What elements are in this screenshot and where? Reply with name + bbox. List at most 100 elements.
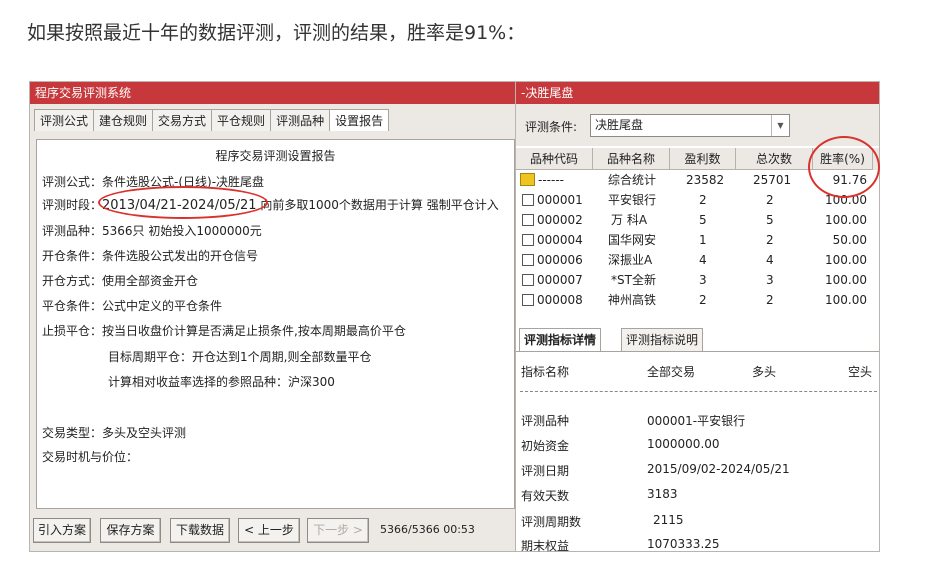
tab-formula[interactable]: 评测公式 [34,109,94,131]
setup-tabs: 评测公式 建仓规则 交易方式 平仓规则 评测品种 设置报告 [34,109,390,131]
tab-varieties[interactable]: 评测品种 [270,109,330,131]
table-row[interactable]: 000008 神州高铁 2 2 100.00 [516,291,879,311]
report-close-condition: 平仓条件：公式中定义的平仓条件 [42,299,223,313]
save-plan-button[interactable]: 保存方案 [100,518,161,543]
detail-name: 期末权益 [521,539,570,553]
row-rate: 100.00 [825,273,867,287]
row-name: 神州高铁 [608,293,657,307]
article-text: 如果按照最近十年的数据评测，评测的结果，胜率是91%： [27,22,526,44]
row-wins: 3 [699,273,707,287]
row-wins: 4 [699,253,707,267]
detail-value: 000001-平安银行 [647,414,746,428]
detail-col-metric: 指标名称 [521,365,570,379]
report-target-period: 目标周期平仓：开仓达到1个周期,则全部数量平仓 [108,350,372,364]
tab-metric-notes[interactable]: 评测指标说明 [621,328,704,352]
report-trade-type: 交易类型：多头及空头评测 [42,426,187,440]
row-name: *ST全新 [611,273,656,287]
report-open-condition: 开仓条件：条件选股公式发出的开仓信号 [42,249,259,263]
report-stop-loss: 止损平仓：按当日收盘价计算是否满足止损条件,按本周期最高价平仓 [42,324,406,338]
row-total: 4 [766,253,774,267]
row-code: 000002 [522,211,583,230]
checkbox-icon[interactable] [522,234,534,246]
checkbox-icon[interactable] [522,254,534,266]
report-period-label: 评测时段： [42,198,103,212]
row-rate: 100.00 [825,253,867,267]
row-code: 000004 [522,231,583,250]
evaluation-system-window: 程序交易评测系统 评测公式 建仓规则 交易方式 平仓规则 评测品种 设置报告 程… [29,81,520,552]
row-name: 万 科A [611,213,648,227]
detail-divider [520,391,877,392]
row-name: 国华网安 [608,233,657,247]
tab-trade-method[interactable]: 交易方式 [152,109,212,131]
detail-name: 初始资金 [521,439,570,453]
table-row[interactable]: 000002 万 科A 5 5 100.00 [516,211,879,231]
summary-total: 25701 [753,173,792,187]
detail-col-long: 多头 [752,365,777,379]
condition-value: 决胜尾盘 [595,118,644,132]
detail-value: 1070333.25 [647,537,720,551]
dropdown-arrow-icon[interactable]: ▼ [771,115,789,136]
detail-value: 3183 [647,487,678,501]
row-wins: 2 [699,193,707,207]
checkbox-icon[interactable] [522,214,534,226]
table-row[interactable]: 000006 深振业A 4 4 100.00 [516,251,879,271]
report-title: 程序交易评测设置报告 [215,149,336,163]
button-bar: 引入方案 保存方案 下载数据 < 上一步 下一步 > 5366/5366 00:… [30,513,519,551]
checkbox-icon[interactable] [522,294,534,306]
summary-icon [520,173,535,186]
detail-col-short: 空头 [848,365,873,379]
period-highlight-ring [98,186,268,219]
table-row[interactable]: 000004 国华网安 1 2 50.00 [516,231,879,251]
row-wins: 2 [699,293,707,307]
row-total: 2 [766,293,774,307]
checkbox-icon[interactable] [522,194,534,206]
tab-divider [516,351,879,352]
detail-value: 2015/09/02-2024/05/21 [647,462,790,476]
detail-name: 评测品种 [521,414,570,428]
table-row[interactable]: 000001 平安银行 2 2 100.00 [516,191,879,211]
detail-value: 2115 [653,513,684,527]
summary-name: 综合统计 [608,173,657,187]
report-open-method: 开仓方式：使用全部资金开仓 [42,274,199,288]
tab-metric-details[interactable]: 评测指标详情 [519,328,602,352]
row-wins: 1 [699,233,707,247]
report-trade-timing: 交易时机与价位： [42,450,139,464]
next-step-button[interactable]: 下一步 > [307,518,369,543]
report-varieties: 评测品种：5366只 初始投入1000000元 [42,224,262,238]
row-total: 2 [766,233,774,247]
detail-col-all: 全部交易 [647,365,696,379]
row-rate: 100.00 [825,213,867,227]
col-wins[interactable]: 盈利数 [670,148,736,170]
col-name[interactable]: 品种名称 [593,148,670,170]
prev-step-button[interactable]: < 上一步 [238,518,300,543]
summary-code: ------ [520,171,564,190]
row-rate: 100.00 [825,293,867,307]
detail-name: 有效天数 [521,489,570,503]
condition-select[interactable]: 决胜尾盘 ▼ [590,114,790,137]
row-code: 000006 [522,251,583,270]
col-total[interactable]: 总次数 [736,148,813,170]
row-rate: 50.00 [832,233,867,247]
checkbox-icon[interactable] [522,274,534,286]
row-name: 平安银行 [608,193,657,207]
row-wins: 5 [699,213,707,227]
summary-wins: 23582 [686,173,725,187]
row-total: 3 [766,273,774,287]
row-total: 2 [766,193,774,207]
tab-report[interactable]: 设置报告 [329,109,390,131]
row-total: 5 [766,213,774,227]
condition-label: 评测条件: [525,120,578,134]
detail-name: 评测周期数 [521,515,582,529]
win-rate-highlight-ring [808,136,880,198]
right-window-title: -决胜尾盘 [516,82,879,104]
table-row[interactable]: 000007 *ST全新 3 3 100.00 [516,271,879,291]
download-data-button[interactable]: 下载数据 [170,518,230,543]
row-name: 深振业A [608,253,653,267]
tab-close-rules[interactable]: 平仓规则 [211,109,271,131]
col-code[interactable]: 品种代码 [516,148,593,170]
detail-name: 评测日期 [521,464,570,478]
detail-value: 1000000.00 [647,437,720,451]
row-code: 000007 [522,271,583,290]
tab-open-rules[interactable]: 建仓规则 [93,109,153,131]
import-plan-button[interactable]: 引入方案 [33,518,91,543]
